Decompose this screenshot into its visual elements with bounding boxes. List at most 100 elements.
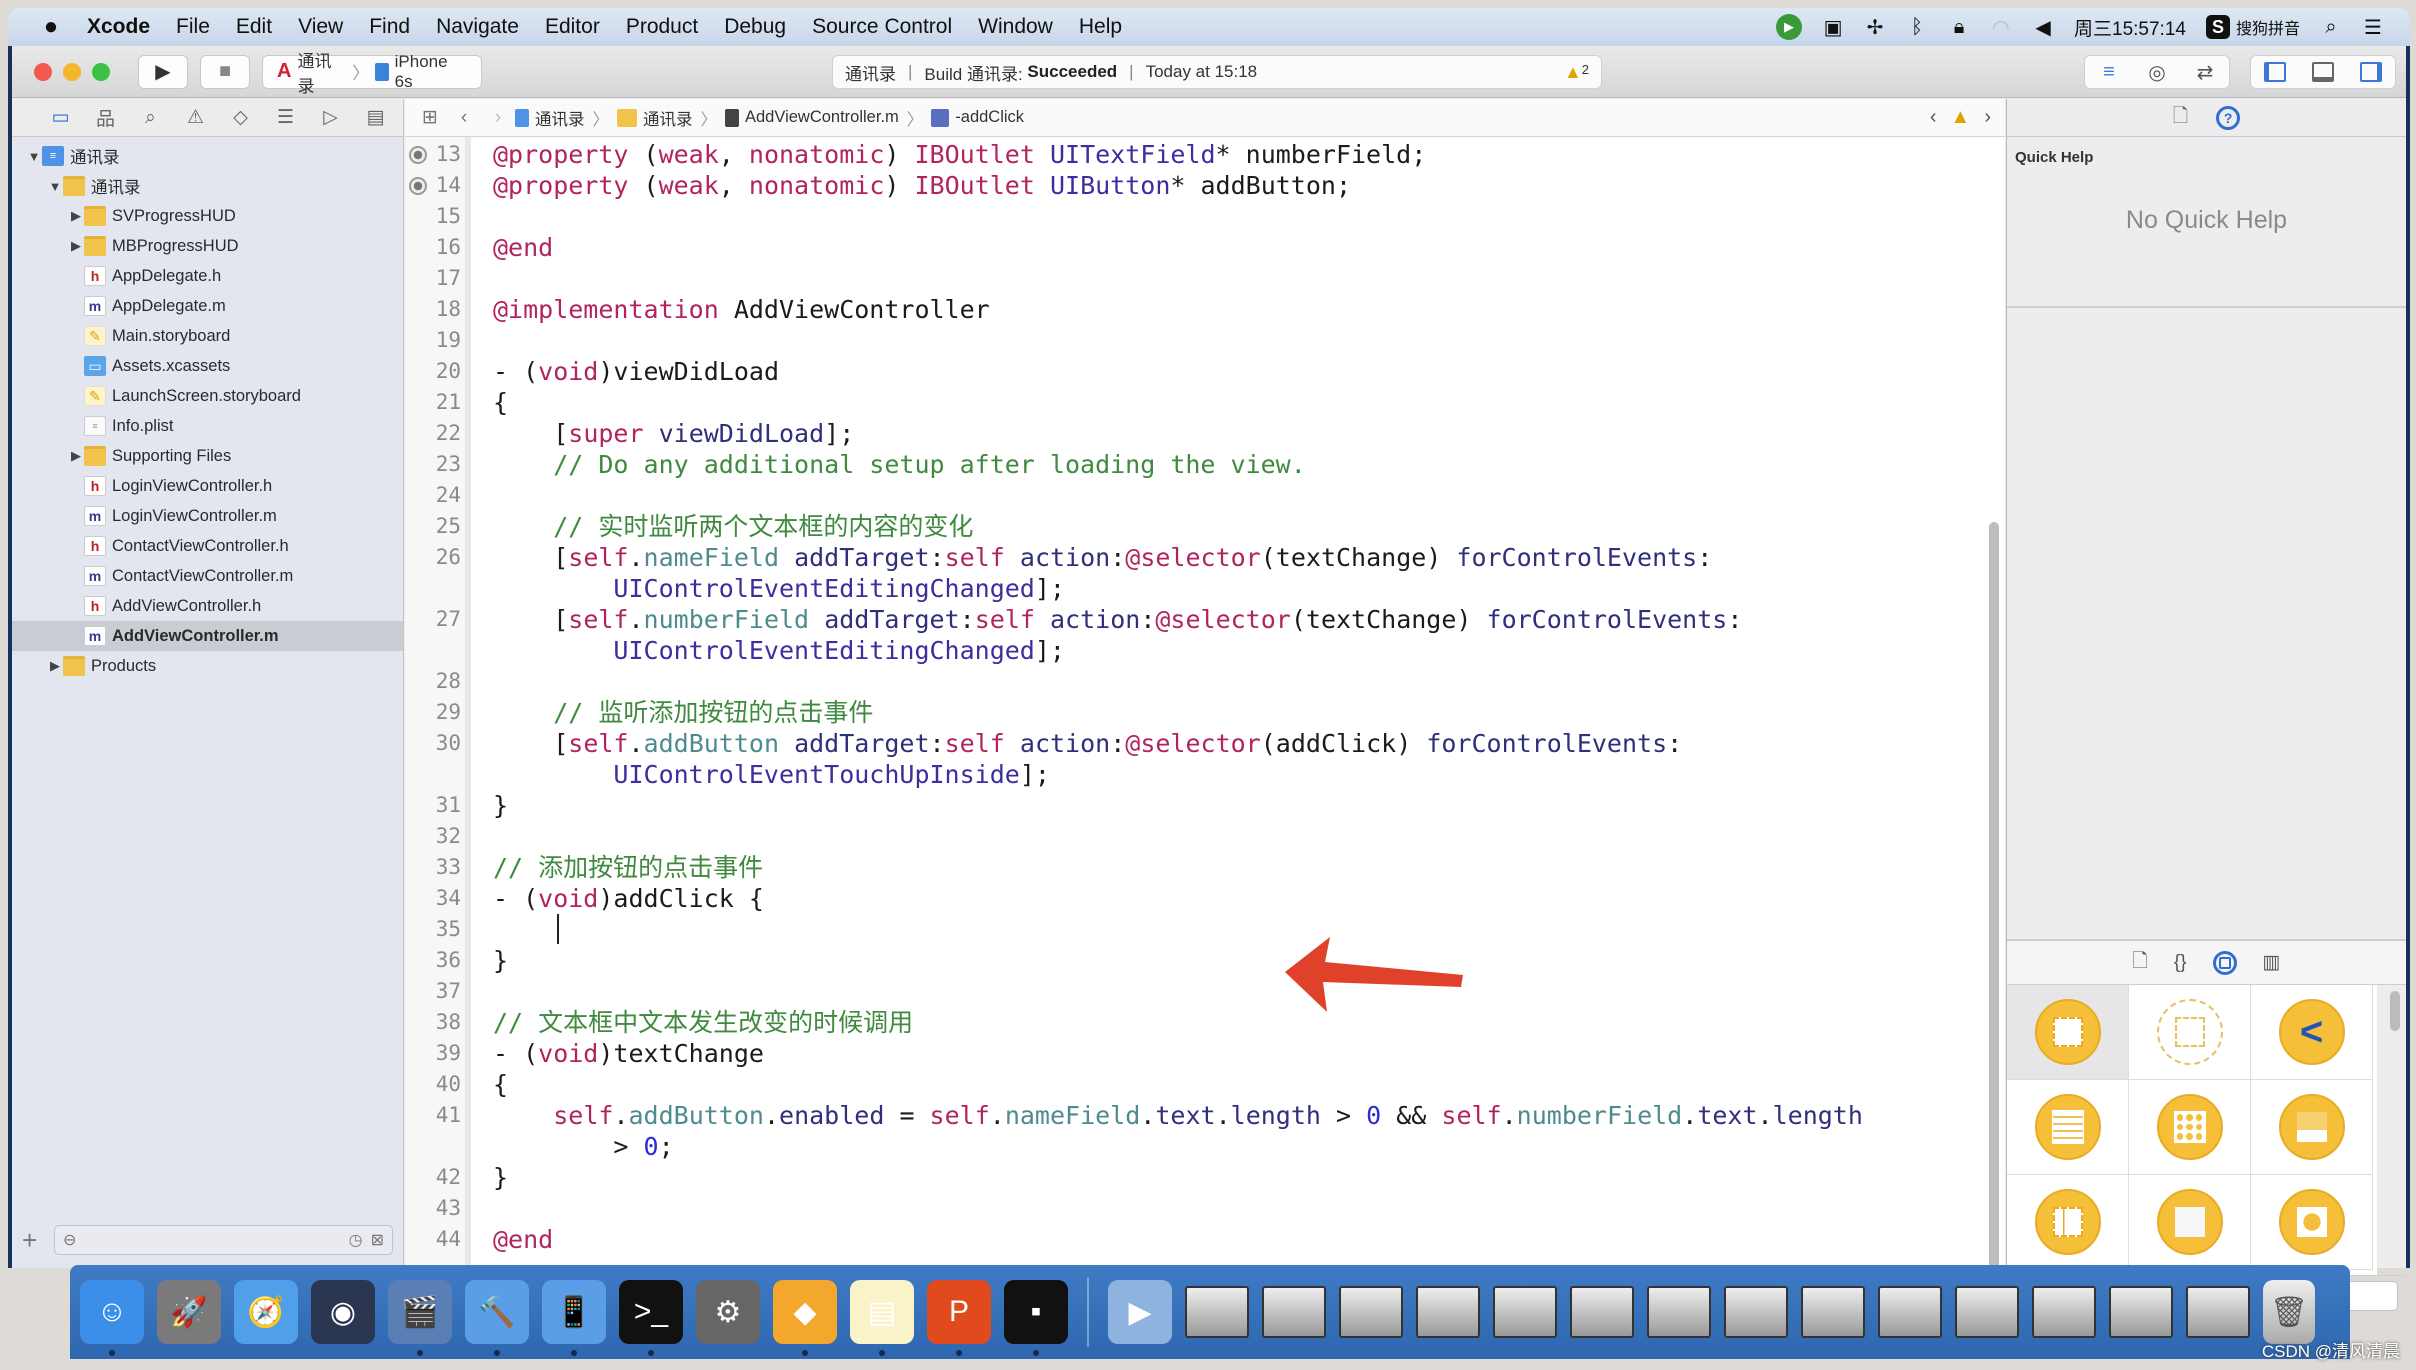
code-line[interactable]: 35 xyxy=(405,914,1965,945)
zoom-window-button[interactable] xyxy=(92,62,110,81)
code-line[interactable]: 43 xyxy=(405,1193,1965,1224)
breadcrumb-method[interactable]: -addClick xyxy=(931,108,1024,127)
test-navigator-icon[interactable]: ◇ xyxy=(218,106,263,129)
dock-wps-presentation-icon[interactable]: P xyxy=(927,1280,991,1356)
file-tree-item[interactable]: h AddViewController.h xyxy=(12,591,403,621)
file-tree-item[interactable]: h ContactViewController.h xyxy=(12,531,403,561)
standard-editor-icon[interactable]: ≡ xyxy=(2085,61,2133,84)
breadcrumb-project[interactable]: 通讯录 xyxy=(515,106,585,130)
apple-menu-icon[interactable]: ● xyxy=(28,13,74,41)
notification-center-icon[interactable]: ☰ xyxy=(2362,15,2384,40)
outlet-connection-icon[interactable] xyxy=(409,177,427,195)
issue-warning-icon[interactable]: ▲ xyxy=(1951,106,1971,129)
file-tree-item[interactable]: ▼ ≡ 通讯录 xyxy=(12,141,403,171)
code-line[interactable]: 38 // 文本框中文本发生改变的时候调用 xyxy=(405,1007,1965,1038)
file-tree-item[interactable]: ▭ Assets.xcassets xyxy=(12,351,403,381)
file-tree-item[interactable]: m AddViewController.m xyxy=(12,621,403,651)
issue-navigator-icon[interactable]: ⚠ xyxy=(173,106,218,129)
code-snippet-library-icon[interactable]: {} xyxy=(2174,952,2187,974)
run-button[interactable]: ▶ xyxy=(138,54,188,89)
code-line[interactable]: 18 @implementation AddViewController xyxy=(405,294,1965,325)
library-item-split-view-controller[interactable] xyxy=(2007,1175,2129,1270)
disclosure-closed-icon[interactable]: ▶ xyxy=(68,238,84,254)
code-line[interactable]: 42} xyxy=(405,1162,1965,1193)
dock-finder-icon[interactable]: ☺ xyxy=(80,1280,144,1356)
breadcrumb-group[interactable]: 通讯录 xyxy=(617,106,693,130)
file-tree-item[interactable]: ▶ Products xyxy=(12,651,403,681)
breadcrumb-file[interactable]: AddViewController.m xyxy=(725,108,899,127)
code-line[interactable]: 37 xyxy=(405,976,1965,1007)
code-line[interactable]: 41 self.addButton.enabled = self.nameFie… xyxy=(405,1100,1965,1131)
file-tree-item[interactable]: ✎ LaunchScreen.storyboard xyxy=(12,381,403,411)
sogou-icon[interactable]: S xyxy=(2205,15,2230,39)
clock[interactable]: 周三15:57:14 xyxy=(2074,14,2186,41)
code-line[interactable]: 13 @property (weak, nonatomic) IBOutlet U… xyxy=(405,139,1965,170)
close-window-button[interactable] xyxy=(34,62,52,81)
dock-minimized-window[interactable] xyxy=(1724,1286,1788,1338)
toggle-utilities-icon[interactable] xyxy=(2360,62,2382,82)
menu-source-control[interactable]: Source Control xyxy=(799,15,965,39)
file-template-library-icon[interactable]: 🗋 xyxy=(2133,947,2148,979)
dock-simulator-icon[interactable]: 📱 xyxy=(542,1280,606,1356)
code-line[interactable]: UIControlEventEditingChanged]; xyxy=(405,635,1965,666)
device-name[interactable]: iPhone 6s xyxy=(395,52,467,92)
dock-minimized-window[interactable] xyxy=(1570,1286,1634,1338)
dock-safari-icon[interactable]: 🧭 xyxy=(234,1280,298,1344)
code-line[interactable]: 15 xyxy=(405,201,1965,232)
toggle-debug-area-icon[interactable] xyxy=(2312,62,2334,82)
quick-help-icon[interactable]: ? xyxy=(2216,105,2241,130)
menu-file[interactable]: File xyxy=(163,15,223,39)
library-item-table-view-controller[interactable] xyxy=(2007,1080,2129,1175)
code-line[interactable]: 14 @property (weak, nonatomic) IBOutlet U… xyxy=(405,170,1965,201)
library-item-view-controller[interactable] xyxy=(2007,985,2129,1080)
dock-minimized-window[interactable] xyxy=(1416,1286,1480,1338)
code-line[interactable]: 31} xyxy=(405,790,1965,821)
code-line[interactable]: 27 [self.numberField addTarget:self acti… xyxy=(405,604,1965,635)
disclosure-open-icon[interactable]: ▼ xyxy=(26,149,42,164)
code-line[interactable]: 23 // Do any additional setup after load… xyxy=(405,449,1965,480)
stop-button[interactable]: ■ xyxy=(200,54,250,89)
code-line[interactable]: 32 xyxy=(405,821,1965,852)
debug-navigator-icon[interactable]: ☰ xyxy=(263,106,308,129)
code-line[interactable]: UIControlEventEditingChanged]; xyxy=(405,573,1965,604)
menu-editor[interactable]: Editor xyxy=(532,15,613,39)
scheme-selector[interactable]: A 通讯录 〉 iPhone 6s xyxy=(262,52,482,96)
file-tree-item[interactable]: m AppDelegate.m xyxy=(12,291,403,321)
code-line[interactable]: 25 // 实时监听两个文本框的内容的变化 xyxy=(405,511,1965,542)
dock-notes-icon[interactable]: ▤ xyxy=(850,1280,914,1356)
add-file-icon[interactable]: + xyxy=(22,1225,54,1256)
spotlight-search-icon[interactable]: ⌕ xyxy=(2320,16,2342,39)
code-line[interactable]: 20 - (void)viewDidLoad xyxy=(405,356,1965,387)
dock-xcode-icon[interactable]: 🔨 xyxy=(465,1280,529,1356)
code-line[interactable]: > 0; xyxy=(405,1131,1965,1162)
dock-minimized-window[interactable] xyxy=(2109,1286,2173,1338)
code-line[interactable]: 26 [self.nameField addTarget:self action… xyxy=(405,542,1965,573)
camera-icon[interactable]: ▣ xyxy=(1822,15,1844,40)
code-line[interactable]: 16 @end xyxy=(405,232,1965,263)
warning-badge[interactable]: ▲2 xyxy=(1564,62,1589,83)
scheme-name[interactable]: 通讯录 xyxy=(297,47,346,97)
file-inspector-icon[interactable]: 🗋 xyxy=(2173,102,2188,134)
library-item-collection-view-controller[interactable] xyxy=(2129,1080,2251,1175)
code-line[interactable]: UIControlEventTouchUpInside]; xyxy=(405,759,1965,790)
scm-filter-icon[interactable]: ⊠ xyxy=(371,1230,384,1250)
object-library-icon[interactable] xyxy=(2212,950,2237,975)
menu-help[interactable]: Help xyxy=(1066,15,1135,39)
volume-icon[interactable]: ◀ xyxy=(2032,15,2054,40)
dock-console-icon[interactable]: ▪ xyxy=(1004,1280,1068,1356)
code-line[interactable]: 21 { xyxy=(405,387,1965,418)
dock-media-player-icon[interactable]: ▶ xyxy=(1108,1280,1172,1344)
navigator-filter-input[interactable]: ⊖ ◷ ⊠ xyxy=(54,1225,393,1255)
outlet-connection-icon[interactable] xyxy=(409,146,427,164)
disclosure-open-icon[interactable]: ▼ xyxy=(47,179,63,194)
report-navigator-icon[interactable]: ▤ xyxy=(353,106,398,129)
dock-minimized-window[interactable] xyxy=(1647,1286,1711,1338)
file-tree-item[interactable]: ▶ SVProgressHUD xyxy=(12,201,403,231)
minimize-window-button[interactable] xyxy=(63,62,81,81)
forward-icon[interactable]: › xyxy=(481,107,515,129)
dock-imovie-icon[interactable]: 🎬 xyxy=(388,1280,452,1356)
bluetooth-icon[interactable]: ᛒ xyxy=(1906,16,1928,39)
dock-system-preferences-icon[interactable]: ⚙ xyxy=(696,1280,760,1344)
next-issue-icon[interactable]: › xyxy=(1984,106,1991,129)
code-line[interactable]: 19 xyxy=(405,325,1965,356)
